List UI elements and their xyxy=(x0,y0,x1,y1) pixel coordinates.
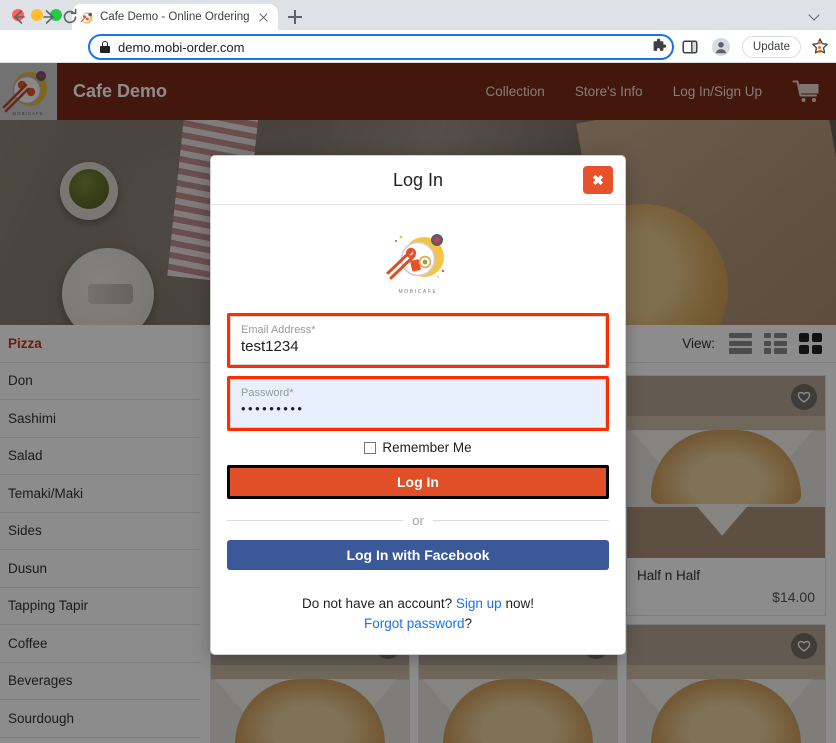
kebab-menu-icon[interactable] xyxy=(812,37,826,57)
login-button-focus-ring: Log In xyxy=(227,465,609,499)
forgot-suffix-text: ? xyxy=(464,616,473,631)
tab-search-chevron-down-icon[interactable] xyxy=(808,9,822,21)
remember-me-label: Remember Me xyxy=(382,440,472,455)
password-input[interactable]: ••••••••• xyxy=(241,401,595,420)
reload-icon[interactable] xyxy=(60,7,80,27)
remember-me-row: Remember Me xyxy=(227,440,609,455)
new-tab-button[interactable] xyxy=(285,7,305,27)
login-modal: Log In ✖ MOBICAFE Email Address* test123… xyxy=(210,155,626,655)
lock-icon xyxy=(100,41,110,53)
password-field-highlight: Password* ••••••••• xyxy=(227,376,609,431)
divider-label: or xyxy=(412,513,424,528)
signup-prompt: Do not have an account? Sign up now! xyxy=(227,594,609,614)
profile-avatar-icon[interactable] xyxy=(711,37,731,57)
login-button[interactable]: Log In xyxy=(230,468,606,496)
modal-header: Log In ✖ xyxy=(211,156,625,205)
facebook-login-button[interactable]: Log In with Facebook xyxy=(227,540,609,570)
puzzle-icon[interactable] xyxy=(649,37,669,57)
modal-title: Log In xyxy=(392,169,444,190)
signup-prefix-text: Do not have an account? xyxy=(302,596,456,611)
browser-tab[interactable]: Cafe Demo - Online Ordering xyxy=(72,4,278,30)
email-field-label: Email Address* xyxy=(241,324,316,336)
modal-footer: Do not have an account? Sign up now! For… xyxy=(227,594,609,640)
divider-line-left xyxy=(227,520,404,521)
toolbar-right-actions: Update xyxy=(649,36,826,58)
update-button[interactable]: Update xyxy=(741,36,801,58)
signup-link[interactable]: Sign up xyxy=(456,596,502,611)
address-bar-url: demo.mobi-order.com xyxy=(118,39,245,55)
remember-me-checkbox[interactable] xyxy=(364,441,377,454)
tab-close-icon[interactable] xyxy=(256,10,271,25)
side-panel-icon[interactable] xyxy=(680,37,700,57)
password-field[interactable]: Password* ••••••••• xyxy=(230,379,606,428)
email-input[interactable]: test1234 xyxy=(241,338,595,357)
back-arrow-icon[interactable] xyxy=(9,7,29,27)
svg-text:MOBICAFE: MOBICAFE xyxy=(399,289,438,295)
email-field-highlight: Email Address* test1234 xyxy=(227,313,609,368)
forgot-password-prompt: Forgot password? xyxy=(227,614,609,634)
email-field[interactable]: Email Address* test1234 xyxy=(230,316,606,365)
address-bar[interactable]: demo.mobi-order.com xyxy=(88,34,674,60)
divider-line-right xyxy=(432,520,609,521)
close-icon[interactable]: ✖ xyxy=(583,166,613,194)
or-divider: or xyxy=(227,513,609,528)
signup-suffix-text: now! xyxy=(501,596,534,611)
tab-strip: Cafe Demo - Online Ordering xyxy=(0,0,836,30)
forgot-password-link[interactable]: Forgot password xyxy=(364,616,465,631)
password-field-label: Password* xyxy=(241,387,294,399)
tab-favicon-icon xyxy=(79,10,94,25)
tab-title: Cafe Demo - Online Ordering xyxy=(100,11,250,23)
modal-body: MOBICAFE Email Address* test1234 Passwor… xyxy=(211,205,625,654)
browser-window: Cafe Demo - Online Ordering demo.mobi-or… xyxy=(0,0,836,743)
forward-arrow-icon[interactable] xyxy=(39,7,59,27)
modal-logo-icon: MOBICAFE xyxy=(227,227,609,299)
